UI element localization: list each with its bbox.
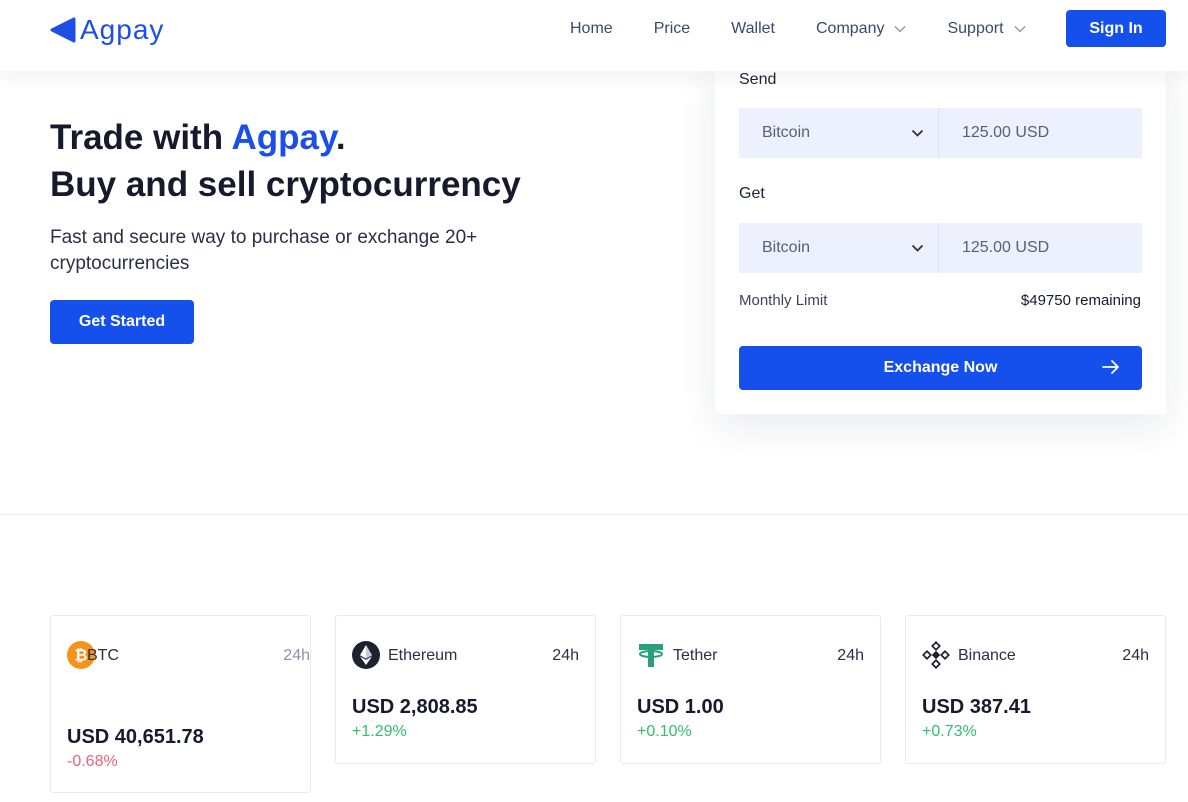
ticker-card-ethereum[interactable]: Ethereum 24h USD 2,808.85 +1.29% (335, 615, 596, 764)
logo-icon (50, 17, 76, 43)
ticker-change: +0.73% (922, 723, 977, 740)
get-currency-select[interactable]: Bitcoin (739, 223, 939, 273)
ticker-name: Ethereum (388, 647, 458, 664)
monthly-limit-label: Monthly Limit (739, 292, 828, 309)
brand-name: Agpay (80, 14, 165, 45)
site-header: Agpay Home Price Wallet Company Support … (0, 0, 1188, 71)
ticker-period: 24h (1122, 647, 1149, 664)
chevron-down-icon (911, 244, 924, 252)
send-label: Send (739, 71, 777, 88)
ticker-name: Tether (673, 647, 718, 664)
ticker-period: 24h (837, 647, 864, 664)
hero-title-suffix: . (335, 118, 346, 157)
nav-item-price[interactable]: Price (654, 20, 690, 38)
nav-item-home[interactable]: Home (570, 20, 613, 38)
nav-label: Price (653, 20, 691, 37)
ticker-change: +1.29% (352, 723, 407, 740)
hero-subtitle: Fast and secure way to purchase or excha… (50, 227, 478, 274)
nav-label: Home (570, 20, 613, 37)
ticker-price: USD 40,651.78 (67, 726, 204, 748)
binance-icon (922, 641, 950, 669)
get-started-button[interactable]: Get Started (50, 300, 194, 344)
arrow-right-icon (1102, 360, 1119, 374)
send-row: Bitcoin 125.00 USD (739, 108, 1142, 158)
nav-item-support[interactable]: Support (947, 20, 1025, 38)
tether-icon (639, 644, 663, 667)
get-row: Bitcoin 125.00 USD (739, 223, 1142, 273)
sign-in-button[interactable]: Sign In (1066, 10, 1166, 47)
nav-label: Company (816, 20, 885, 37)
ticker-card-btc[interactable]: ₿ BTC 24h USD 40,651.78 -0.68% (50, 615, 311, 793)
hero-title: Trade with Agpay. Buy and sell cryptocur… (50, 114, 521, 208)
ticker-name: BTC (87, 647, 119, 664)
svg-text:₿: ₿ (74, 647, 87, 665)
get-amount-input[interactable]: 125.00 USD (939, 223, 1142, 273)
exchange-card: Send Bitcoin 125.00 USD Get Bitcoin 125.… (715, 60, 1166, 414)
ethereum-icon (352, 641, 380, 669)
hero-title-accent: Agpay (231, 118, 336, 157)
send-currency-value: Bitcoin (762, 124, 811, 141)
exchange-now-button[interactable]: Exchange Now (739, 346, 1142, 390)
get-currency-value: Bitcoin (762, 239, 811, 256)
monthly-limit-value: $49750 remaining (1020, 292, 1141, 309)
exchange-now-label: Exchange Now (883, 359, 998, 376)
ticker-change: -0.68% (67, 753, 118, 770)
brand-logo[interactable]: Agpay (50, 14, 164, 46)
chevron-down-icon (895, 26, 906, 33)
hero-title-prefix: Trade with (50, 118, 232, 157)
nav-item-company[interactable]: Company (816, 20, 906, 38)
ticker-change: +0.10% (637, 723, 692, 740)
ticker-period: 24h (552, 647, 579, 664)
nav-item-wallet[interactable]: Wallet (731, 20, 775, 38)
chevron-down-icon (911, 129, 924, 137)
nav-label: Support (947, 20, 1004, 37)
main-nav: Home Price Wallet Company Support (570, 20, 1067, 38)
ticker-card-tether[interactable]: Tether 24h USD 1.00 +0.10% (620, 615, 881, 764)
send-currency-select[interactable]: Bitcoin (739, 108, 939, 158)
send-amount-input[interactable]: 125.00 USD (939, 108, 1142, 158)
chevron-down-icon (1014, 26, 1025, 33)
nav-label: Wallet (731, 20, 775, 37)
section-divider (0, 514, 1188, 515)
ticker-price: USD 387.41 (922, 696, 1031, 718)
ticker-price: USD 2,808.85 (352, 696, 478, 718)
hero-title-line2: Buy and sell cryptocurrency (50, 165, 521, 204)
ticker-card-binance[interactable]: Binance 24h USD 387.41 +0.73% (905, 615, 1166, 764)
ticker-name: Binance (958, 647, 1016, 664)
get-label: Get (739, 185, 765, 202)
ticker-period: 24h (283, 647, 310, 664)
ticker-price: USD 1.00 (637, 696, 724, 718)
